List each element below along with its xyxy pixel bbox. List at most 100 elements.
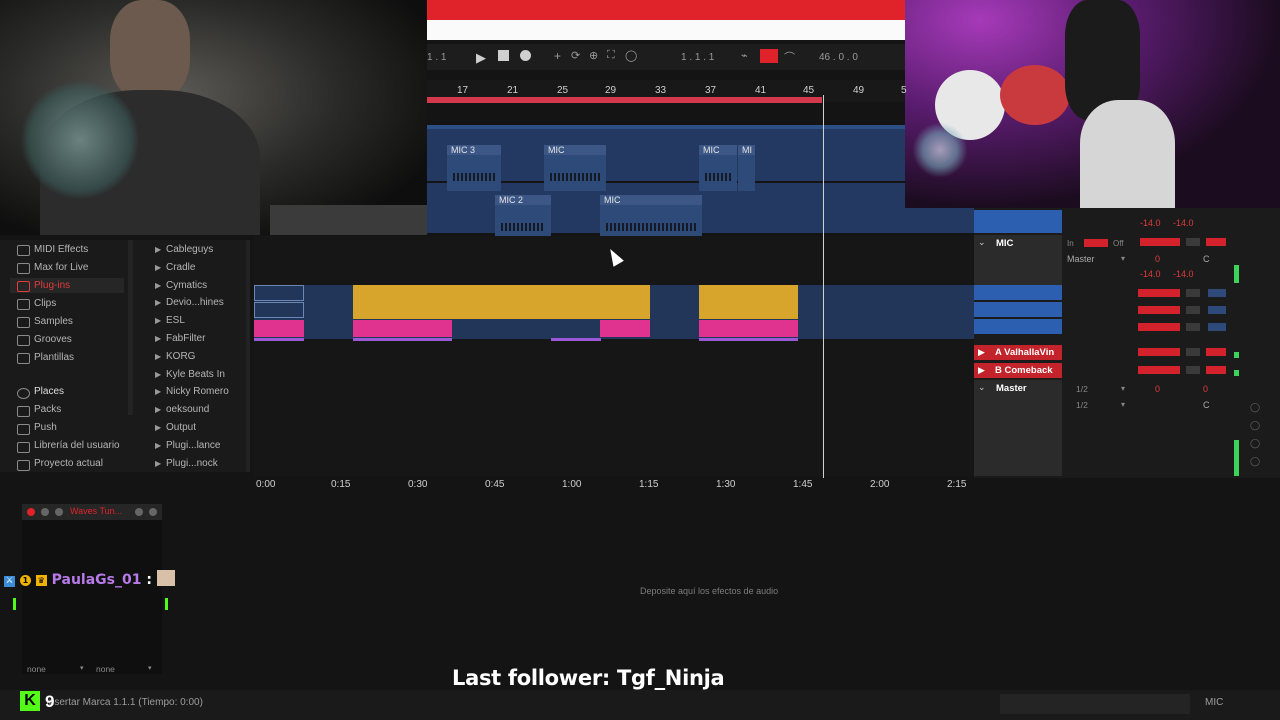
chevron-down-icon[interactable]: ▾ — [148, 664, 152, 672]
solo-button[interactable] — [1186, 366, 1200, 374]
return-track-b[interactable]: ▶ B Comeback — [974, 363, 1062, 378]
master-track-name[interactable]: Master — [996, 383, 1027, 394]
track-activator[interactable] — [1138, 323, 1180, 331]
send-value[interactable]: 0 — [1155, 254, 1160, 264]
audio-clip[interactable]: MIC — [544, 145, 606, 191]
time-ruler[interactable]: 0:00 0:15 0:30 0:45 1:00 1:15 1:30 1:45 2:00 2:15 — [254, 476, 974, 494]
bar-counter[interactable]: 1 . 1 . 1 — [681, 52, 714, 63]
arm-button[interactable] — [760, 49, 778, 63]
return-track-name[interactable]: B Comeback — [995, 365, 1053, 376]
maximize-icon[interactable] — [55, 508, 63, 516]
solo-button[interactable] — [1186, 238, 1200, 246]
return-track-name[interactable]: A ValhallaVin — [995, 347, 1054, 358]
chevron-down-icon[interactable]: ▾ — [80, 664, 84, 672]
expand-icon[interactable]: ▶ — [155, 441, 161, 450]
expand-icon[interactable]: ▶ — [155, 334, 161, 343]
browser-item[interactable]: Cradle — [166, 262, 195, 273]
stop-icon[interactable] — [498, 50, 509, 61]
position-display[interactable]: 1 . 1 — [427, 52, 446, 63]
expand-icon[interactable]: ▶ — [155, 316, 161, 325]
track-activator[interactable] — [1140, 238, 1180, 246]
sends-icon[interactable]: ◯ — [1250, 456, 1260, 467]
place-item[interactable]: Push — [34, 422, 57, 433]
arm-button[interactable] — [1206, 366, 1226, 374]
browser-item[interactable]: Plugi...nock — [166, 458, 218, 469]
send-value[interactable]: 0 — [1155, 384, 1160, 394]
expand-icon[interactable]: ▶ — [155, 370, 161, 379]
browser-item[interactable]: Cymatics — [166, 280, 207, 291]
audio-clip[interactable]: MIC — [699, 145, 737, 191]
browser-item[interactable]: Cableguys — [166, 244, 213, 255]
track-header-sub[interactable] — [974, 302, 1062, 317]
audio-clip[interactable]: MIC 3 — [447, 145, 501, 191]
solo-button[interactable] — [1186, 323, 1200, 331]
monitor-button[interactable] — [1208, 289, 1226, 297]
expand-icon[interactable]: ▶ — [155, 281, 161, 290]
status-field[interactable] — [1000, 694, 1190, 714]
expand-icon[interactable]: ▶ — [155, 298, 161, 307]
place-item[interactable]: Proyecto actual — [34, 458, 103, 469]
selection-box[interactable] — [254, 285, 304, 301]
midi-clip-yellow[interactable] — [699, 285, 798, 302]
play-icon[interactable]: ▶ — [476, 50, 486, 66]
arm-button[interactable] — [1084, 239, 1108, 247]
fold-icon[interactable]: ⌄ — [978, 382, 986, 393]
arm-button[interactable] — [1206, 238, 1226, 246]
close-icon[interactable] — [27, 508, 35, 516]
volume-display[interactable]: -14.0 — [1173, 218, 1194, 228]
track-activator[interactable] — [1138, 348, 1180, 356]
master-track[interactable]: ⌄ Master — [974, 380, 1062, 476]
chevron-down-icon[interactable]: ▾ — [1121, 254, 1125, 263]
browser-category[interactable]: Clips — [34, 298, 56, 309]
browser-item[interactable]: FabFilter — [166, 333, 205, 344]
browser-category[interactable]: MIDI Effects — [34, 244, 88, 255]
output-routing[interactable]: Master — [1067, 254, 1095, 264]
track-header-sub[interactable] — [974, 285, 1062, 300]
track-header-mic[interactable]: ⌄ MIC — [974, 235, 1062, 285]
browser-item[interactable]: Output — [166, 422, 196, 433]
browser-item[interactable]: Nicky Romero — [166, 386, 229, 397]
midi-clip-pink[interactable] — [699, 320, 798, 337]
track-header-sub[interactable] — [974, 319, 1062, 334]
browser-item[interactable]: oeksound — [166, 404, 209, 415]
add-icon[interactable]: + — [554, 49, 561, 63]
plugin-window[interactable]: Waves Tun... none ▾ none ▾ — [13, 504, 168, 674]
volume-display[interactable]: -14.0 — [1140, 269, 1161, 279]
track-activator[interactable] — [1138, 366, 1180, 374]
browser-scrollbar[interactable] — [128, 240, 133, 415]
plugin-menu-icon[interactable] — [135, 508, 143, 516]
record-mode-icon[interactable]: ◯ — [1250, 420, 1260, 431]
place-item[interactable]: Librería del usuario — [34, 440, 120, 451]
solo-button[interactable] — [1186, 306, 1200, 314]
browser-item[interactable]: Kyle Beats In — [166, 369, 225, 380]
send-knob[interactable]: 1/2 — [1076, 400, 1088, 410]
return-track-a[interactable]: ▶ A ValhallaVin — [974, 345, 1062, 360]
midi-clip-yellow[interactable] — [699, 302, 798, 319]
place-item[interactable]: Packs — [34, 404, 61, 415]
play-icon[interactable]: ▶ — [978, 365, 985, 376]
midi-clip-yellow[interactable] — [353, 285, 650, 302]
loop-brace[interactable] — [427, 97, 822, 103]
record-icon[interactable] — [520, 50, 531, 61]
expand-icon[interactable]: ▶ — [155, 245, 161, 254]
monitor-button[interactable] — [1208, 323, 1226, 331]
expand-icon[interactable]: ▶ — [155, 459, 161, 468]
monitor-in-button[interactable]: In — [1067, 239, 1074, 248]
punch-icon[interactable]: ⊕ — [589, 49, 598, 62]
play-icon[interactable]: ▶ — [978, 347, 985, 358]
input-select[interactable]: none — [27, 664, 46, 674]
expand-icon[interactable]: ▶ — [155, 423, 161, 432]
send-knob[interactable]: 1/2 — [1076, 384, 1088, 394]
audio-clip[interactable]: MI — [738, 145, 755, 191]
browser-category[interactable]: Samples — [34, 316, 73, 327]
pan-value[interactable]: C — [1203, 254, 1210, 264]
follow-icon[interactable]: ◯ — [625, 49, 637, 62]
plugin-titlebar[interactable]: Waves Tun... — [22, 504, 162, 520]
playhead[interactable] — [823, 95, 824, 478]
status-track-name[interactable]: MIC — [1205, 697, 1223, 708]
zoom-icon[interactable]: ◯ — [1250, 402, 1260, 413]
loop-icon[interactable]: ⟳ — [571, 49, 580, 62]
track-name-mic[interactable]: MIC — [996, 238, 1013, 249]
audio-clip[interactable]: MIC — [600, 195, 702, 241]
midi-clip-pink[interactable] — [254, 320, 304, 337]
